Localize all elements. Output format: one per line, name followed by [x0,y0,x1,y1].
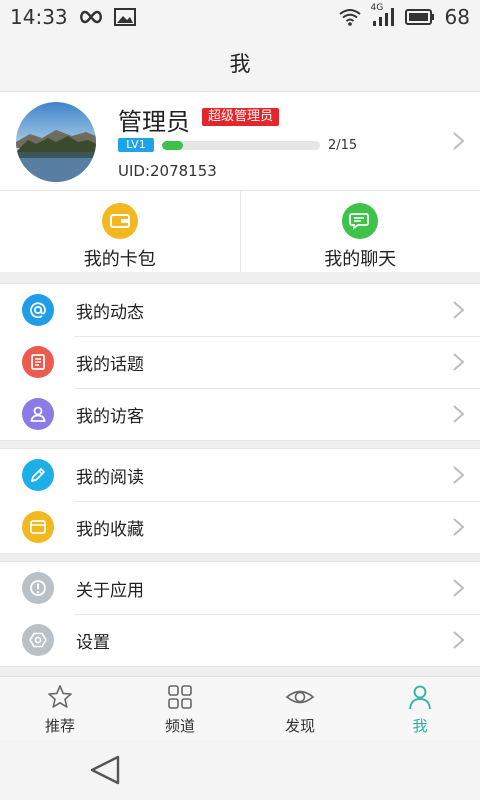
battery-level: 68 [444,5,470,29]
chevron-right-icon [453,301,465,319]
info-icon [22,572,54,604]
menu-item-label: 我的阅读 [76,467,144,488]
image-icon [113,8,136,26]
document-icon [22,346,54,378]
menu-group-1: 我的动态 我的话题 我的访客 [0,283,480,441]
quick-actions: 我的卡包 我的聊天 [0,190,480,272]
person-icon [409,685,431,710]
level-badge: LV1 [118,138,154,152]
network-type-label: 4G [370,3,384,13]
menu-item-my-visitors[interactable]: 我的访客 [0,388,480,440]
role-badge: 超级管理员 [202,108,280,126]
pencil-icon [22,459,54,491]
person-icon [22,398,54,430]
infinity-icon [78,10,104,24]
menu-item-about-app[interactable]: 关于应用 [0,562,480,614]
tab-label: 发现 [284,717,315,735]
menu-item-label: 我的动态 [76,302,144,323]
title-bar: 我 [0,34,480,92]
menu-item-label: 我的收藏 [76,519,144,540]
my-chat-button[interactable]: 我的聊天 [239,191,480,272]
tab-recommend[interactable]: 推荐 [0,677,120,740]
chevron-right-icon [453,466,465,484]
profile-card[interactable]: 管理员 超级管理员 LV1 2/15 UID:2078153 [0,92,480,190]
settings-icon [22,624,54,656]
tab-label: 我 [412,717,428,735]
tab-discover[interactable]: 发现 [240,677,360,740]
menu-group-2: 我的阅读 我的收藏 [0,448,480,554]
chevron-right-icon [453,579,465,597]
exp-progress-text: 2/15 [328,138,358,153]
system-nav-bar [0,740,480,800]
menu-item-label: 我的访客 [76,406,144,427]
status-bar: 14:33 4G 68 [0,0,480,34]
menu-item-label: 关于应用 [76,580,144,601]
menu-item-settings[interactable]: 设置 [0,614,480,666]
battery-icon [404,9,435,25]
chevron-right-icon [453,353,465,371]
tab-label: 频道 [164,717,195,735]
wallet-icon [101,203,138,239]
star-icon [48,685,72,708]
my-chat-label: 我的聊天 [324,249,397,270]
page-title: 我 [229,51,251,76]
chevron-right-icon [453,132,465,150]
chevron-right-icon [453,518,465,536]
menu-item-my-posts[interactable]: 我的动态 [0,284,480,336]
menu-item-label: 我的话题 [76,354,144,375]
status-time: 14:33 [10,5,68,29]
menu-item-my-topics[interactable]: 我的话题 [0,336,480,388]
user-id: UID:2078153 [118,162,217,180]
at-icon [22,294,54,326]
wifi-icon [338,8,361,26]
grid-icon [168,685,192,709]
menu-item-my-favorites[interactable]: 我的收藏 [0,501,480,553]
exp-progress-bar [162,141,320,150]
menu-item-my-reading[interactable]: 我的阅读 [0,449,480,501]
menu-item-label: 设置 [76,632,110,653]
folder-icon [22,511,54,543]
tab-channels[interactable]: 频道 [120,677,240,740]
back-icon[interactable] [88,754,122,786]
tab-label: 推荐 [44,717,75,735]
chat-icon [342,203,379,239]
exp-progress-fill [162,141,183,150]
card-wallet-button[interactable]: 我的卡包 [0,191,240,272]
card-wallet-label: 我的卡包 [83,249,156,270]
avatar[interactable] [16,102,96,182]
chevron-right-icon [453,631,465,649]
tab-me[interactable]: 我 [360,677,480,740]
eye-icon [285,690,315,704]
menu-group-3: 关于应用 设置 [0,561,480,667]
bottom-tab-bar: 推荐 频道 发现 我 [0,676,480,740]
chevron-right-icon [453,405,465,423]
signal-icon: 4G [371,3,395,27]
profile-name: 管理员 [118,108,190,136]
